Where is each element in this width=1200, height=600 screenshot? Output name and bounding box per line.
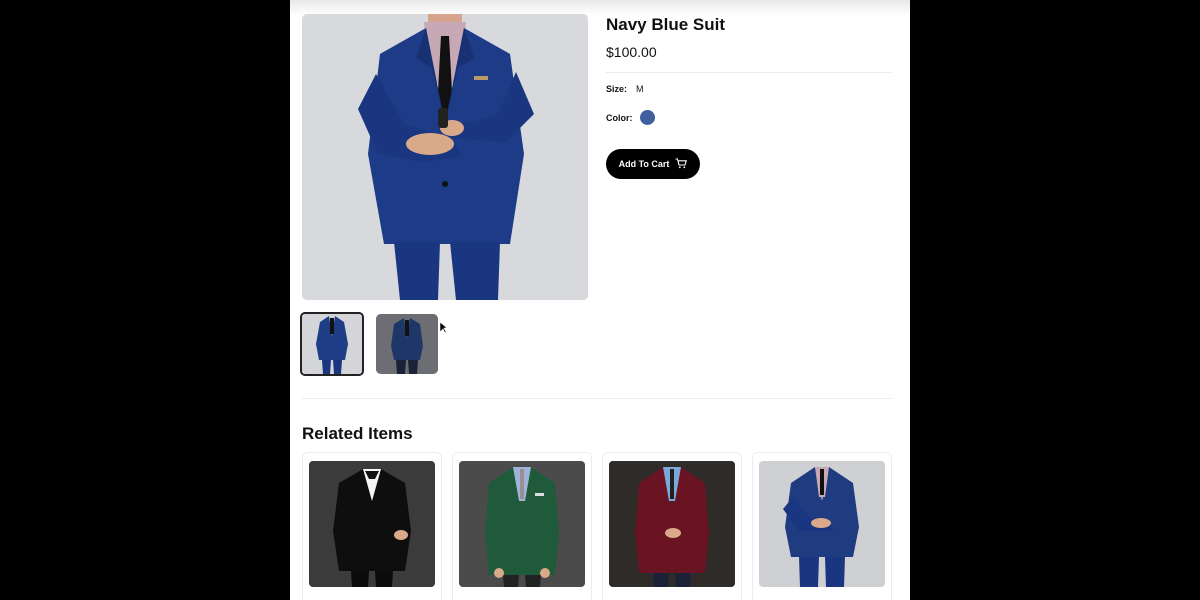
product-page: Navy Blue Suit $100.00 Size: M Color: Ad… <box>290 0 910 600</box>
size-label: Size: <box>606 84 628 94</box>
mouse-cursor-icon <box>439 321 448 339</box>
related-item-image-navy-suit <box>759 461 885 587</box>
related-item-image-black-tuxedo <box>309 461 435 587</box>
product-price: $100.00 <box>606 44 657 60</box>
related-item-image-burgundy-blazer <box>609 461 735 587</box>
thumbnail-navy-suit-front[interactable] <box>300 312 364 376</box>
section-divider <box>302 398 892 399</box>
thumbnail-navy-suit-dark[interactable] <box>376 314 438 374</box>
related-item-card[interactable] <box>452 452 592 600</box>
related-item-card[interactable] <box>302 452 442 600</box>
size-option-m[interactable]: M <box>636 84 644 94</box>
related-items-grid <box>302 452 892 600</box>
cart-icon <box>675 157 688 171</box>
info-divider <box>606 72 892 73</box>
color-label: Color: <box>606 113 633 123</box>
add-to-cart-button[interactable]: Add To Cart <box>606 149 700 179</box>
related-item-card[interactable] <box>602 452 742 600</box>
related-item-image-green-suit <box>459 461 585 587</box>
related-items-heading: Related Items <box>302 424 413 443</box>
main-product-image[interactable] <box>302 14 588 300</box>
product-title: Navy Blue Suit <box>606 15 726 34</box>
add-to-cart-label: Add To Cart <box>618 159 670 169</box>
color-swatch-blue[interactable] <box>640 110 655 125</box>
related-item-card[interactable] <box>752 452 892 600</box>
